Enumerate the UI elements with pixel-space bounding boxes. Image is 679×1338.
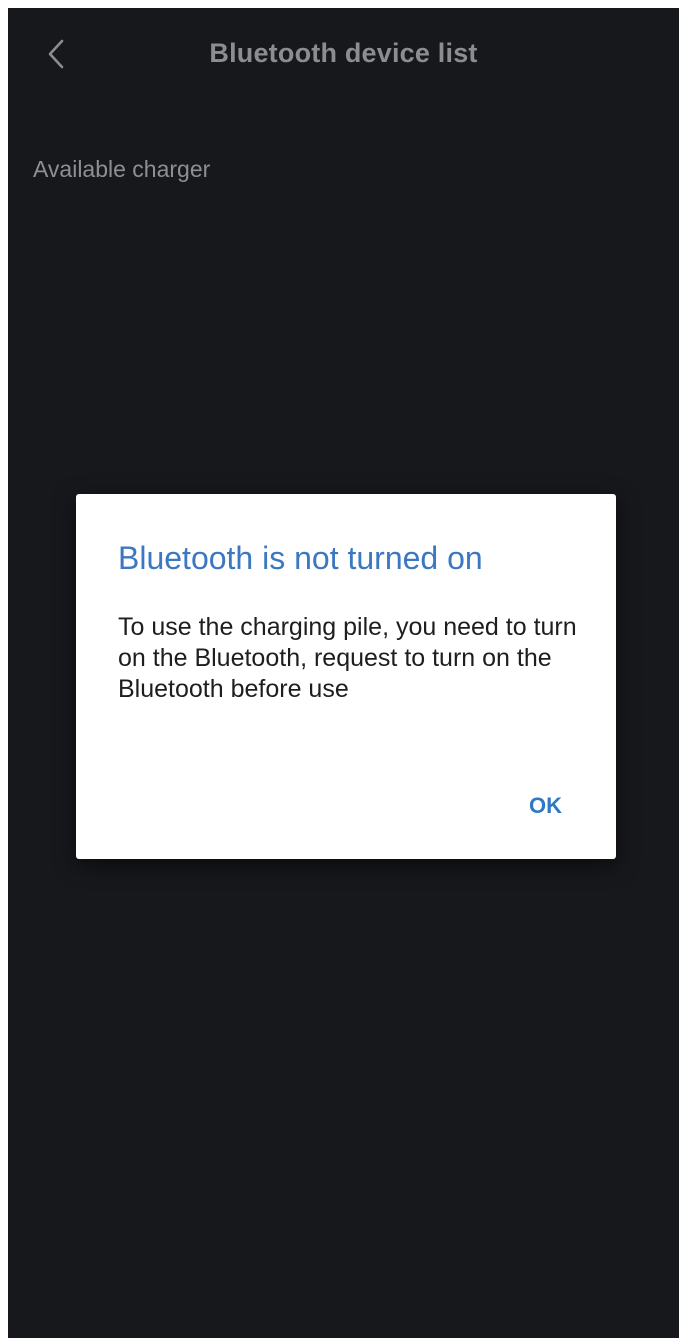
page-title: Bluetooth device list: [209, 38, 478, 68]
bluetooth-off-dialog: Bluetooth is not turned on To use the ch…: [76, 494, 616, 859]
dialog-message: To use the charging pile, you need to tu…: [118, 613, 577, 703]
dialog-title: Bluetooth is not turned on: [118, 540, 483, 576]
ok-button[interactable]: OK: [521, 787, 570, 825]
header-bar: Bluetooth device list: [8, 8, 679, 100]
app-screen: Bluetooth device list Available charger …: [8, 8, 679, 1338]
section-label-available-charger: Available charger: [33, 156, 211, 182]
